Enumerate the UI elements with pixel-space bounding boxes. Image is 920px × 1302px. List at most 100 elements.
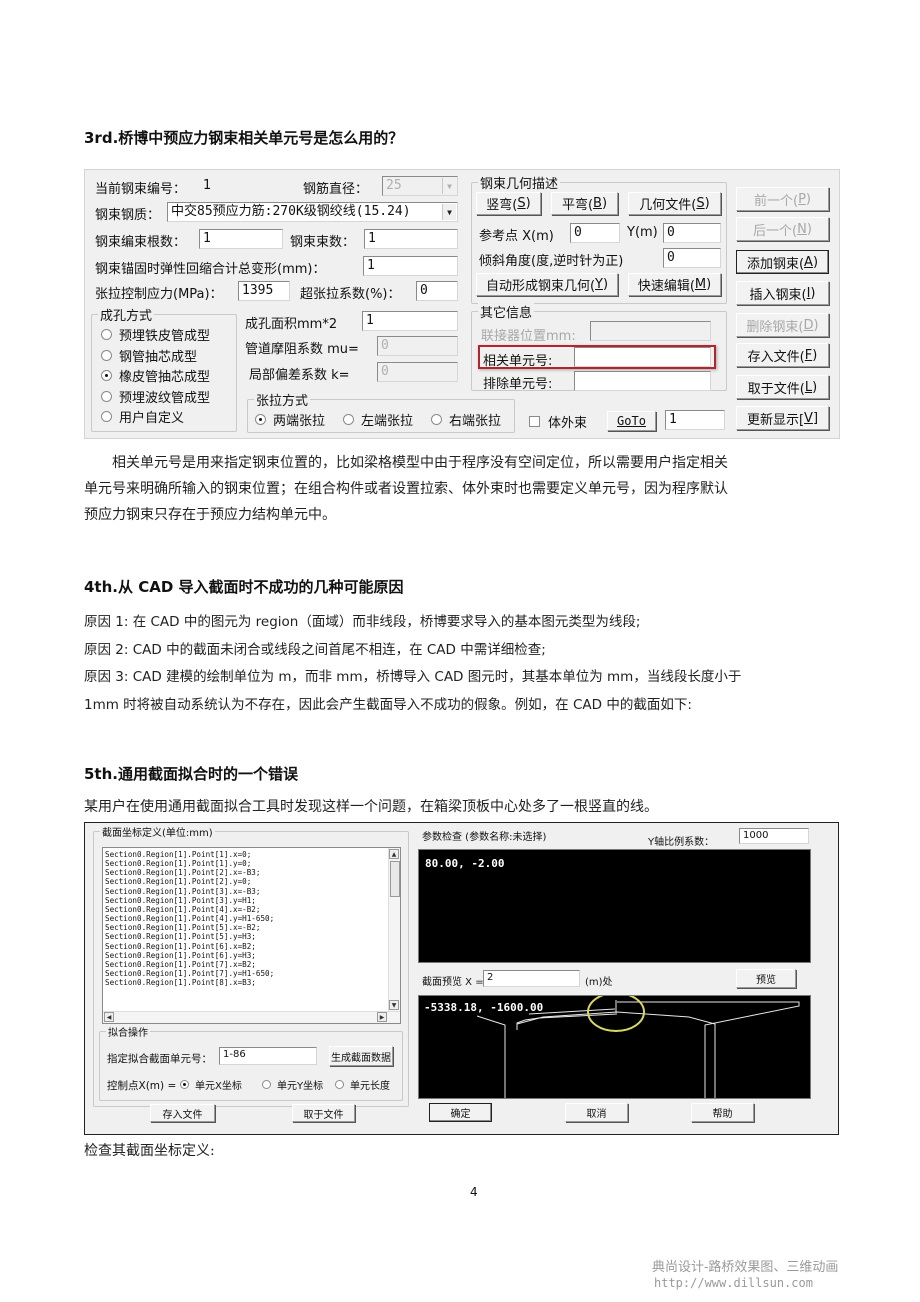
side-button[interactable]: 插入钢束(I) <box>736 281 829 305</box>
duct-method-radio[interactable]: 橡皮管抽芯成型 <box>101 366 210 385</box>
scroll-right-icon[interactable]: ▶ <box>377 1012 387 1022</box>
radio-button-icon[interactable] <box>101 411 112 422</box>
auto-geometry-button[interactable]: 自动形成钢束几何(Y) <box>476 273 618 296</box>
fit-operation-title: 拟合操作 <box>106 1024 150 1039</box>
chevron-down-icon[interactable]: ▼ <box>442 204 456 220</box>
section-preview-canvas[interactable]: -5338.18, -1600.00 <box>418 995 811 1099</box>
over-tension-input[interactable]: 0 <box>416 281 458 301</box>
box-girder-inner-cell <box>516 1011 716 1098</box>
radio-button-icon[interactable] <box>101 349 112 361</box>
preview-unit-label: (m)处 <box>585 977 613 988</box>
control-point-radio[interactable]: 单元Y坐标 <box>262 1077 323 1092</box>
duct-method-radio[interactable]: 预埋铁皮管成型 <box>101 325 210 344</box>
scroll-thumb[interactable] <box>390 861 400 897</box>
tension-method-radio[interactable]: 右端张拉 <box>431 410 501 429</box>
param-check-canvas[interactable]: 80.00, -2.00 <box>418 849 811 963</box>
horizontal-bend-button[interactable]: 平弯(B) <box>551 192 618 215</box>
radio-button-icon[interactable] <box>431 414 442 425</box>
strands-input[interactable]: 1 <box>199 229 283 249</box>
radio-button-icon[interactable] <box>262 1080 271 1089</box>
tension-method-title: 张拉方式 <box>254 390 311 409</box>
anchor-deform-input[interactable]: 1 <box>363 256 458 276</box>
material-value: 中交85预应力筋:270K级钢绞线(15.24) <box>171 204 411 219</box>
scroll-left-icon[interactable]: ◀ <box>104 1012 114 1022</box>
code-line: Section0.Region[1].Point[5].x=-B2; <box>105 923 261 933</box>
param-coord-readout: 80.00, -2.00 <box>425 857 505 870</box>
control-point-radio[interactable]: 单元长度 <box>335 1077 390 1092</box>
tension-method-radio[interactable]: 左端张拉 <box>343 410 413 429</box>
code-line: Section0.Region[1].Point[3].x=-B3; <box>105 886 261 896</box>
help-button[interactable]: 帮助 <box>691 1103 754 1122</box>
radio-button-icon[interactable] <box>101 370 112 381</box>
wobble-input[interactable]: 0 <box>377 362 458 382</box>
scroll-up-icon[interactable]: ▲ <box>389 849 399 859</box>
side-button[interactable]: 前一个(P) <box>736 187 829 211</box>
radio-label: 用户自定义 <box>119 411 185 426</box>
vertical-scrollbar[interactable]: ▲ ▼ <box>388 848 400 1011</box>
ref-x-input[interactable]: 0 <box>570 223 620 243</box>
side-button[interactable]: 后一个(N) <box>736 217 829 241</box>
control-stress-input[interactable]: 1395 <box>238 281 290 301</box>
goto-button[interactable]: GoTo <box>607 411 656 431</box>
geometry-file-button[interactable]: 几何文件(S) <box>628 192 721 215</box>
tendon-dialog: 当前钢束编号： 1 钢筋直径： 25 ▼ 钢束钢质： 中交85预应力筋:270K… <box>84 169 840 439</box>
friction-input[interactable]: 0 <box>377 336 458 356</box>
rebar-diameter-combo[interactable]: 25 ▼ <box>382 176 458 196</box>
reason-line: 原因 1: 在 CAD 中的图元为 region（面域）而非线段，桥博要求导入的… <box>84 614 641 630</box>
code-line: Section0.Region[1].Point[5].y=H3; <box>105 932 256 942</box>
geometry-group-title: 钢束几何描述 <box>478 173 561 192</box>
scroll-down-icon[interactable]: ▼ <box>389 1000 399 1010</box>
save-file-button[interactable]: 存入文件 <box>150 1104 215 1122</box>
angle-input[interactable]: 0 <box>663 248 721 268</box>
ref-y-label: Y(m) <box>627 225 658 240</box>
preview-x-input[interactable]: 2 <box>483 970 580 987</box>
generate-section-button[interactable]: 生成截面数据 <box>329 1046 393 1066</box>
fit-elements-input[interactable]: 1-86 <box>219 1047 317 1065</box>
code-line: Section0.Region[1].Point[1].x=0; <box>105 850 252 859</box>
duct-area-input[interactable]: 1 <box>362 311 458 331</box>
code-line: Section0.Region[1].Point[3].y=H1; <box>105 895 256 905</box>
duct-method-radio[interactable]: 用户自定义 <box>101 407 184 426</box>
code-line: Section0.Region[1].Point[7].x=B2; <box>105 959 256 969</box>
bundles-input[interactable]: 1 <box>364 229 458 249</box>
horizontal-scrollbar[interactable]: ◀ ▶ <box>103 1011 400 1023</box>
external-tendon-checkbox[interactable]: 体外束 <box>529 412 587 431</box>
quick-edit-button[interactable]: 快速编辑(M) <box>628 273 721 296</box>
load-file-button[interactable]: 取于文件 <box>292 1104 355 1122</box>
y-scale-input[interactable]: 1000 <box>739 828 809 844</box>
side-button[interactable]: 存入文件(F) <box>736 343 829 367</box>
cancel-button[interactable]: 取消 <box>565 1103 628 1122</box>
radio-button-icon[interactable] <box>101 329 112 340</box>
radio-button-icon[interactable] <box>335 1080 344 1089</box>
radio-button-icon[interactable] <box>255 414 266 425</box>
material-combo[interactable]: 中交85预应力筋:270K级钢绞线(15.24) ▼ <box>167 202 458 222</box>
side-button[interactable]: 取于文件(L) <box>736 375 829 399</box>
code-line: Section0.Region[1].Point[8].x=B3; <box>105 978 256 988</box>
side-button[interactable]: 更新显示[V] <box>736 406 829 430</box>
duct-method-title: 成孔方式 <box>98 305 155 324</box>
side-button[interactable]: 添加钢束(A) <box>736 250 829 274</box>
ok-button[interactable]: 确定 <box>429 1103 492 1122</box>
bundles-label: 钢束束数： <box>290 235 356 250</box>
chevron-down-icon[interactable]: ▼ <box>442 178 456 194</box>
rebar-diameter-label: 钢筋直径： <box>303 182 369 197</box>
coord-definition-editor[interactable]: Section0.Region[1].Point[1].x=0; Section0… <box>102 847 401 1024</box>
goto-input[interactable]: 1 <box>665 410 725 430</box>
vertical-bend-button[interactable]: 竖弯(S) <box>476 192 541 215</box>
side-button[interactable]: 删除钢束(D) <box>736 313 829 337</box>
radio-label: 单元Y坐标 <box>277 1081 324 1092</box>
coupler-input[interactable] <box>590 321 711 341</box>
radio-button-icon[interactable] <box>101 390 112 402</box>
ref-y-input[interactable]: 0 <box>663 223 721 243</box>
preview-button[interactable]: 预览 <box>736 969 796 988</box>
radio-button-icon[interactable] <box>343 414 354 425</box>
tension-method-radio[interactable]: 两端张拉 <box>255 410 325 429</box>
exclude-elements-input[interactable] <box>574 371 711 391</box>
control-point-radio[interactable]: 单元X坐标 <box>180 1077 242 1092</box>
friction-label: 管道摩阻系数 mu= <box>245 342 359 357</box>
duct-method-radio[interactable]: 预埋波纹管成型 <box>101 387 210 406</box>
duct-method-radio[interactable]: 钢管抽芯成型 <box>101 346 197 365</box>
radio-button-icon[interactable] <box>180 1080 189 1089</box>
checkbox-box[interactable] <box>529 416 540 427</box>
code-line: Section0.Region[1].Point[4].y=H1-650; <box>105 914 275 924</box>
